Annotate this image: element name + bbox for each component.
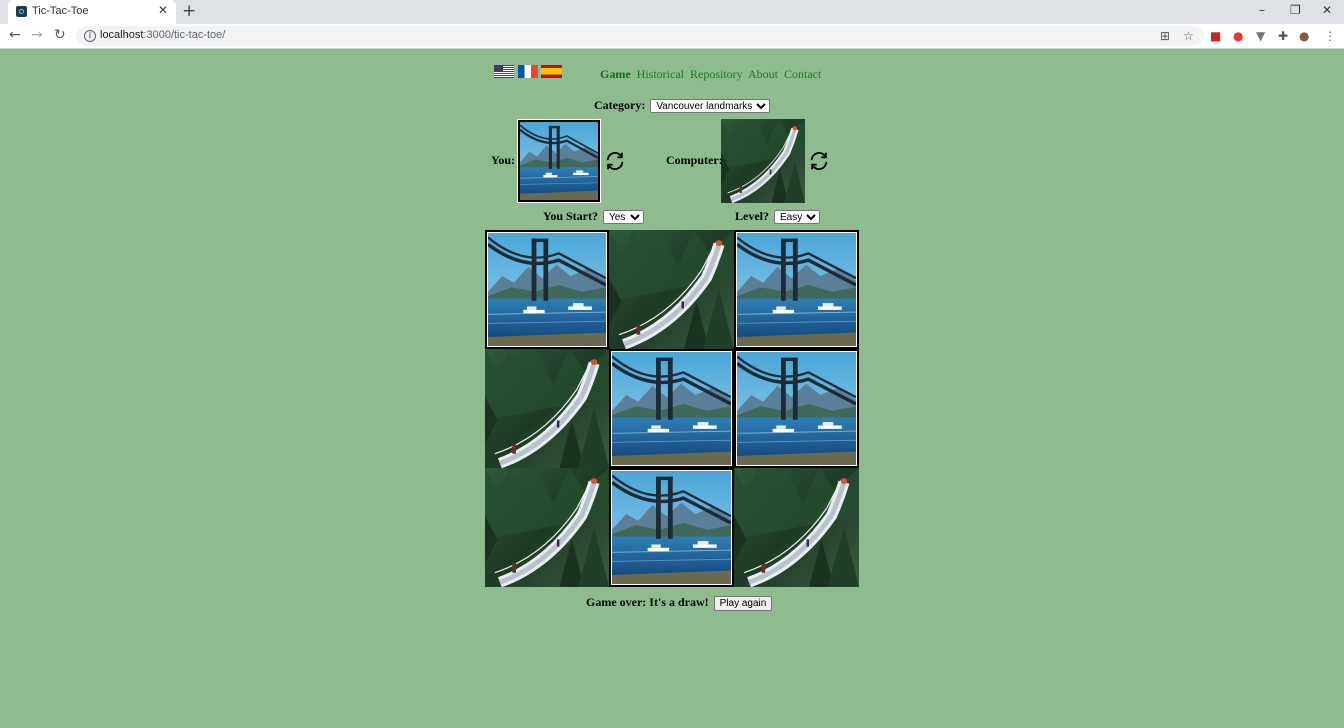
kebab-menu-icon[interactable]: ⋮ bbox=[1324, 29, 1336, 43]
computer-change-token-icon[interactable] bbox=[808, 150, 830, 172]
board-cell-3[interactable] bbox=[485, 349, 609, 468]
tab-close-icon[interactable]: ✕ bbox=[158, 3, 168, 17]
menu-contact[interactable]: Contact bbox=[784, 67, 821, 81]
menu-historical[interactable]: Historical bbox=[637, 67, 684, 81]
menu-game[interactable]: Game bbox=[600, 67, 631, 81]
capilano-bridge-image bbox=[485, 468, 609, 587]
address-bar[interactable]: i localhost:3000/tic-tac-toe/ bbox=[76, 26, 1204, 46]
board-cell-4[interactable] bbox=[609, 349, 734, 468]
close-window-icon[interactable]: ✕ bbox=[1322, 3, 1332, 17]
you-start-label: You Start? bbox=[543, 209, 599, 223]
lions-gate-bridge-image bbox=[737, 233, 856, 346]
extensions-puzzle-icon[interactable]: ✚ bbox=[1278, 29, 1288, 43]
board-cell-6[interactable] bbox=[485, 468, 609, 587]
lions-gate-bridge-image bbox=[488, 233, 606, 346]
level-label: Level? bbox=[735, 209, 769, 223]
game-board bbox=[485, 230, 859, 587]
browser-tab[interactable]: Tic-Tac-Toe ✕ bbox=[8, 0, 176, 24]
you-start-select[interactable]: Yes bbox=[603, 210, 645, 224]
france-flag-icon[interactable] bbox=[518, 65, 538, 78]
capilano-bridge-image bbox=[609, 230, 734, 349]
board-cell-5[interactable] bbox=[734, 349, 859, 468]
game-result-text: Game over: It's a draw! bbox=[586, 595, 709, 609]
restore-icon[interactable]: ❐ bbox=[1290, 3, 1301, 17]
page-content: Game Historical Repository About Contact… bbox=[0, 50, 1344, 728]
capilano-bridge-image bbox=[734, 468, 859, 587]
category-select[interactable]: Vancouver landmarks bbox=[650, 99, 771, 113]
back-arrow-icon[interactable]: ← bbox=[9, 27, 21, 43]
you-start-row: You Start? Yes bbox=[543, 209, 645, 224]
board-cell-0[interactable] bbox=[485, 230, 609, 349]
board-cell-7[interactable] bbox=[609, 468, 734, 587]
lions-gate-bridge-image bbox=[612, 471, 731, 584]
play-again-button[interactable]: Play again bbox=[713, 596, 773, 611]
forward-arrow-icon[interactable]: → bbox=[31, 27, 43, 43]
category-row: Category: Vancouver landmarks bbox=[594, 98, 771, 113]
board-cell-8[interactable] bbox=[734, 468, 859, 587]
lions-gate-bridge-image bbox=[737, 352, 856, 465]
react-favicon-icon bbox=[16, 6, 27, 17]
board-cell-2[interactable] bbox=[734, 230, 859, 349]
result-row: Game over: It's a draw! Play again bbox=[586, 595, 773, 611]
extension-red-icon[interactable]: ■ bbox=[1210, 29, 1221, 43]
profile-avatar[interactable]: ● bbox=[1299, 29, 1309, 43]
menu-about[interactable]: About bbox=[748, 67, 778, 81]
board-cell-1[interactable] bbox=[609, 230, 734, 349]
lions-gate-bridge-image bbox=[612, 352, 731, 465]
menu-repository[interactable]: Repository bbox=[690, 67, 743, 81]
reload-icon[interactable]: ↻ bbox=[54, 27, 66, 43]
category-label: Category: bbox=[594, 98, 646, 112]
you-change-token-icon[interactable] bbox=[604, 150, 626, 172]
level-select[interactable]: Easy bbox=[774, 210, 820, 224]
tab-title: Tic-Tac-Toe bbox=[32, 5, 89, 17]
browser-toolbar: ← → ↻ i localhost:3000/tic-tac-toe/ bbox=[0, 24, 1344, 49]
new-tab-icon[interactable]: + bbox=[182, 1, 196, 21]
you-token-image[interactable] bbox=[517, 119, 601, 203]
us-flag-icon[interactable] bbox=[494, 65, 514, 78]
url-text: localhost:3000/tic-tac-toe/ bbox=[100, 29, 226, 41]
you-label: You: bbox=[491, 153, 516, 167]
extension-record-icon[interactable]: ● bbox=[1233, 29, 1243, 43]
translate-icon[interactable]: ⊞ bbox=[1160, 29, 1170, 43]
browser-tabbar: Tic-Tac-Toe ✕ + – ❐ ✕ bbox=[0, 0, 1344, 24]
minimize-icon[interactable]: – bbox=[1259, 3, 1265, 17]
main-menu: Game Historical Repository About Contact bbox=[600, 67, 824, 82]
level-row: Level? Easy bbox=[735, 209, 820, 224]
info-icon[interactable]: i bbox=[84, 30, 96, 42]
bookmark-star-icon[interactable]: ☆ bbox=[1183, 29, 1194, 43]
extension-vue-icon[interactable]: ▼ bbox=[1256, 29, 1265, 43]
computer-label: Computer: bbox=[666, 153, 723, 167]
spain-flag-icon[interactable] bbox=[541, 65, 562, 78]
capilano-bridge-image bbox=[485, 349, 609, 468]
computer-token-image[interactable] bbox=[721, 119, 805, 203]
